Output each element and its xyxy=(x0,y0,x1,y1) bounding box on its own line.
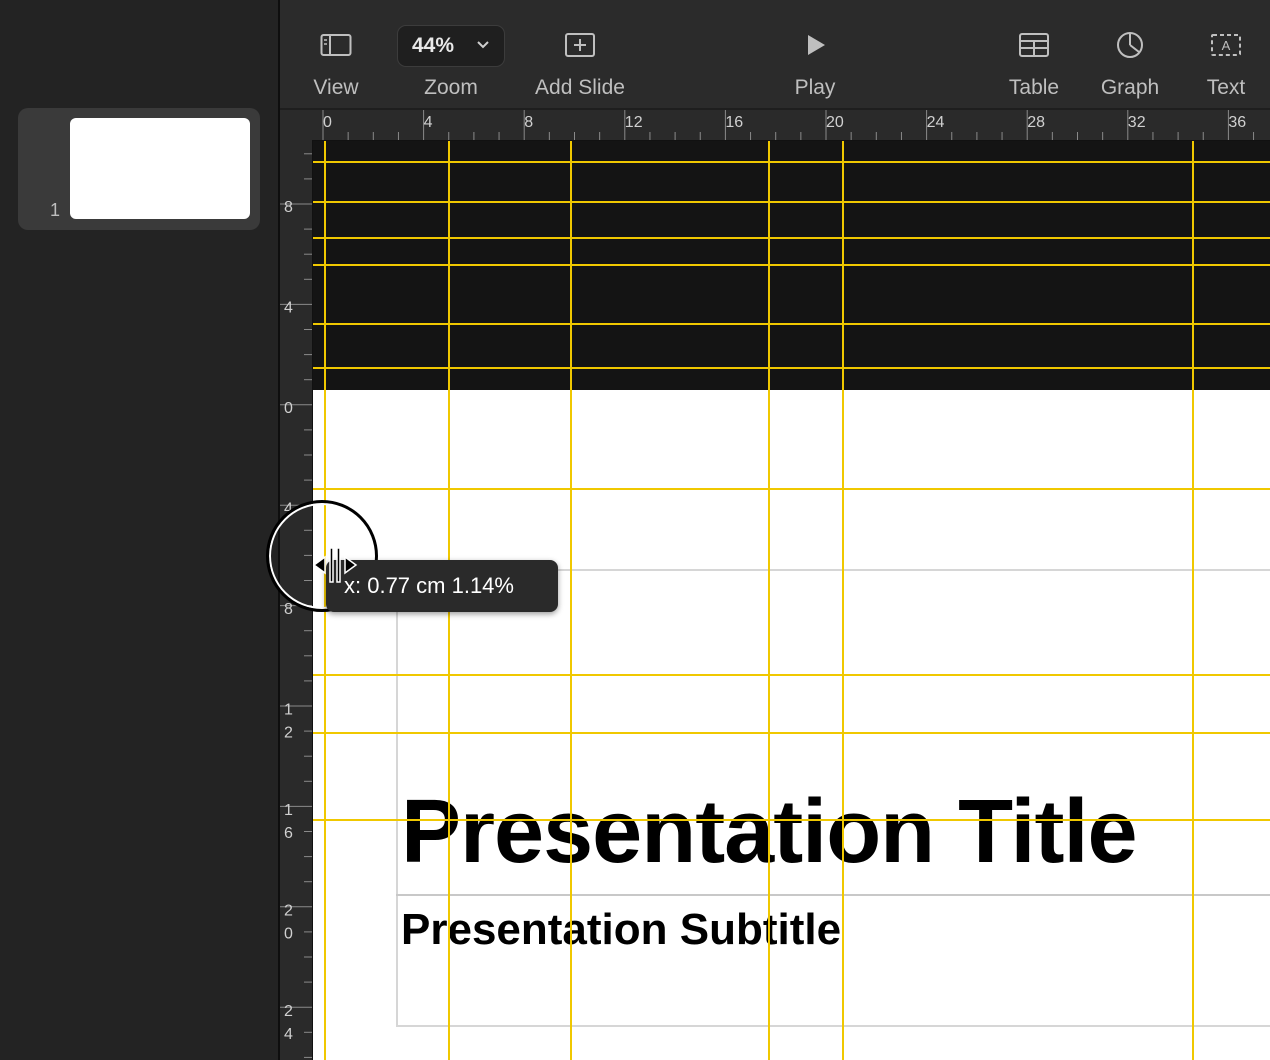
add-slide-icon xyxy=(562,30,598,60)
resize-horizontal-cursor-icon xyxy=(312,546,358,584)
vertical-guide[interactable] xyxy=(842,141,844,1060)
text-button[interactable]: A Text xyxy=(1200,0,1252,108)
ruler-corner xyxy=(280,110,312,140)
title-divider xyxy=(396,894,1270,896)
text-box-icon: A xyxy=(1208,30,1244,60)
view-button[interactable]: View xyxy=(310,0,362,108)
horizontal-guide[interactable] xyxy=(313,732,1270,734)
ruler-label: 1 xyxy=(284,802,293,819)
zoom-button[interactable]: Zoom xyxy=(420,0,482,108)
horizontal-ruler[interactable]: 0 4 8 12 16 20 24 28 32 36 xyxy=(312,110,1270,141)
toolbar: View 44% Zoom Add Slide Play Table Graph xyxy=(280,0,1270,108)
horizontal-guide[interactable] xyxy=(313,161,1270,163)
horizontal-guide[interactable] xyxy=(313,264,1270,266)
ruler-label: 4 xyxy=(284,1026,293,1043)
vertical-guide[interactable] xyxy=(768,141,770,1060)
zoom-label: Zoom xyxy=(424,76,478,99)
ruler-label: 4 xyxy=(284,300,293,317)
position-tooltip: x: 0.77 cm 1.14% xyxy=(326,560,558,612)
slide[interactable]: Presentation Title Presentation Subtitle xyxy=(313,390,1270,1060)
text-label: Text xyxy=(1206,76,1246,99)
ruler-label: 2 xyxy=(284,903,293,920)
ruler-label: 16 xyxy=(725,114,743,131)
horizontal-guide[interactable] xyxy=(313,819,1270,821)
horizontal-guide[interactable] xyxy=(313,201,1270,203)
horizontal-guide[interactable] xyxy=(313,237,1270,239)
horizontal-guide[interactable] xyxy=(313,323,1270,325)
ruler-label: 32 xyxy=(1128,114,1146,131)
ruler-label: 20 xyxy=(826,114,844,131)
ruler-label: 1 xyxy=(284,702,293,719)
table-button[interactable]: Table xyxy=(1008,0,1060,108)
view-label: View xyxy=(313,76,359,99)
ruler-label: 0 xyxy=(323,114,332,131)
ruler-label: 4 xyxy=(424,114,433,131)
horizontal-guide[interactable] xyxy=(313,488,1270,490)
play-icon xyxy=(798,30,834,60)
graph-label: Graph xyxy=(1100,76,1160,99)
play-button[interactable]: Play xyxy=(790,0,840,108)
table-label: Table xyxy=(1008,76,1060,99)
slide-number: 1 xyxy=(50,200,61,220)
vertical-guide[interactable] xyxy=(570,141,572,1060)
ruler-label: 2 xyxy=(284,1003,293,1020)
ruler-label: 8 xyxy=(284,199,293,216)
ruler-label: 12 xyxy=(625,114,643,131)
add-slide-button[interactable]: Add Slide xyxy=(535,0,625,108)
ruler-label: 8 xyxy=(524,114,533,131)
horizontal-guide[interactable] xyxy=(313,674,1270,676)
add-slide-label: Add Slide xyxy=(535,76,625,99)
ruler-label: 24 xyxy=(927,114,945,131)
ruler-label: 0 xyxy=(284,400,293,417)
slide-thumbnail-preview[interactable] xyxy=(70,118,250,219)
graph-button[interactable]: Graph xyxy=(1100,0,1160,108)
ruler-label: 36 xyxy=(1228,114,1246,131)
ruler-label: 2 xyxy=(284,725,293,742)
horizontal-guide[interactable] xyxy=(313,367,1270,369)
vertical-guide[interactable] xyxy=(1192,141,1194,1060)
sidebar-view-icon xyxy=(318,30,354,60)
table-icon xyxy=(1016,30,1052,60)
play-label: Play xyxy=(794,76,836,99)
position-tooltip-text: x: 0.77 cm 1.14% xyxy=(344,573,514,598)
svg-text:A: A xyxy=(1222,38,1231,53)
presentation-subtitle[interactable]: Presentation Subtitle xyxy=(401,905,841,955)
ruler-label: 6 xyxy=(284,825,293,842)
ruler-label: 28 xyxy=(1027,114,1045,131)
ruler-label: 0 xyxy=(284,926,293,943)
pie-chart-icon xyxy=(1112,30,1148,60)
